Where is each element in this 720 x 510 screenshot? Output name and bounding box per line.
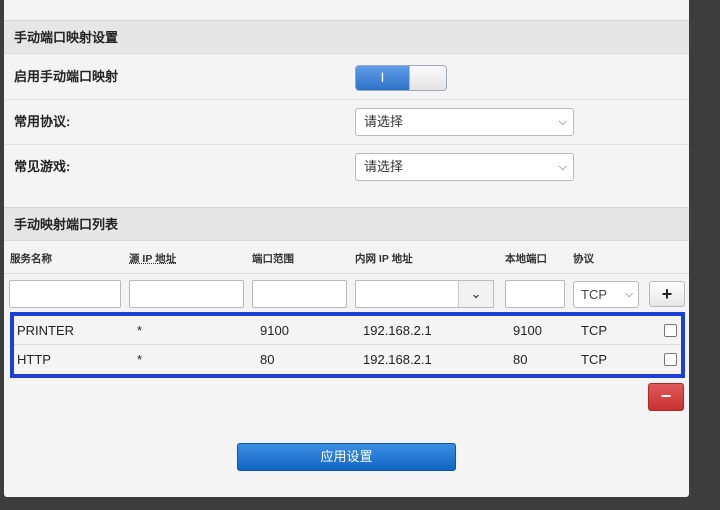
enable-label: 启用手动端口映射 (14, 69, 119, 84)
row-lan-ip: 192.168.2.1 (363, 352, 432, 367)
col-local-port: 本地端口 (505, 253, 547, 265)
row-local-port: 80 (513, 352, 528, 367)
table-row: PRINTER * 9100 192.168.2.1 9100 TCP (14, 316, 681, 345)
lan-ip-dropdown-button[interactable]: ⌄ (458, 280, 494, 308)
local-port-input[interactable] (505, 280, 565, 308)
row-source-ip: * (137, 323, 143, 338)
protocol-row: 常用协议: (4, 100, 689, 145)
mapping-list: PRINTER * 9100 192.168.2.1 9100 TCP HTTP… (10, 312, 685, 378)
manual-mapping-section-title: 手动端口映射设置 (4, 20, 689, 54)
new-protocol-value: TCP (581, 287, 607, 302)
chevron-down-icon: ⌵ (558, 116, 567, 128)
chevron-down-icon: ⌄ (470, 286, 482, 301)
row-local-port: 9100 (513, 323, 542, 338)
protocol-select-value: 请选择 (364, 114, 404, 129)
col-source-ip: 源 IP 地址 (129, 253, 177, 265)
row-select-checkbox[interactable] (664, 353, 677, 366)
chevron-down-icon: ⌵ (625, 289, 633, 300)
row-select-checkbox[interactable] (664, 324, 677, 337)
protocol-label: 常用协议: (14, 114, 71, 129)
col-protocol: 协议 (573, 253, 594, 265)
apply-settings-button[interactable]: 应用设置 (237, 443, 456, 471)
enable-row: 启用手动端口映射 (4, 55, 689, 100)
row-protocol: TCP (581, 352, 607, 367)
settings-panel: 手动端口映射设置 启用手动端口映射 I 常用协议: 请选择 ⌵ 常见游戏: 请选… (4, 0, 689, 497)
delete-mapping-button[interactable]: − (648, 383, 684, 411)
port-range-input[interactable] (252, 280, 347, 308)
games-select-value: 请选择 (364, 159, 404, 174)
row-service-name: HTTP (17, 352, 51, 367)
toggle-knob (409, 66, 446, 90)
table-row: HTTP * 80 192.168.2.1 80 TCP (14, 345, 681, 374)
new-protocol-select[interactable]: TCP ⌵ (573, 281, 639, 308)
col-port-range: 端口范围 (252, 253, 294, 265)
row-port-range: 80 (260, 352, 275, 367)
row-port-range: 9100 (260, 323, 289, 338)
games-row: 常见游戏: (4, 145, 689, 190)
minus-icon: − (660, 386, 672, 406)
chevron-down-icon: ⌵ (558, 161, 567, 173)
row-protocol: TCP (581, 323, 607, 338)
table-header-divider (4, 273, 689, 274)
toggle-on-indicator: I (356, 66, 409, 90)
games-label: 常见游戏: (14, 159, 71, 174)
service-name-input[interactable] (9, 280, 121, 308)
col-service-name: 服务名称 (10, 253, 52, 265)
protocol-select[interactable]: 请选择 ⌵ (355, 108, 574, 136)
row-service-name: PRINTER (17, 323, 75, 338)
lan-ip-input[interactable] (355, 280, 459, 308)
add-mapping-button[interactable]: + (649, 281, 685, 307)
port-list-section-title: 手动映射端口列表 (4, 207, 689, 241)
col-lan-ip: 内网 IP 地址 (355, 253, 413, 265)
row-lan-ip: 192.168.2.1 (363, 323, 432, 338)
source-ip-input[interactable] (129, 280, 244, 308)
plus-icon: + (661, 284, 673, 304)
enable-toggle[interactable]: I (355, 65, 447, 91)
row-source-ip: * (137, 352, 143, 367)
games-select[interactable]: 请选择 ⌵ (355, 153, 574, 181)
